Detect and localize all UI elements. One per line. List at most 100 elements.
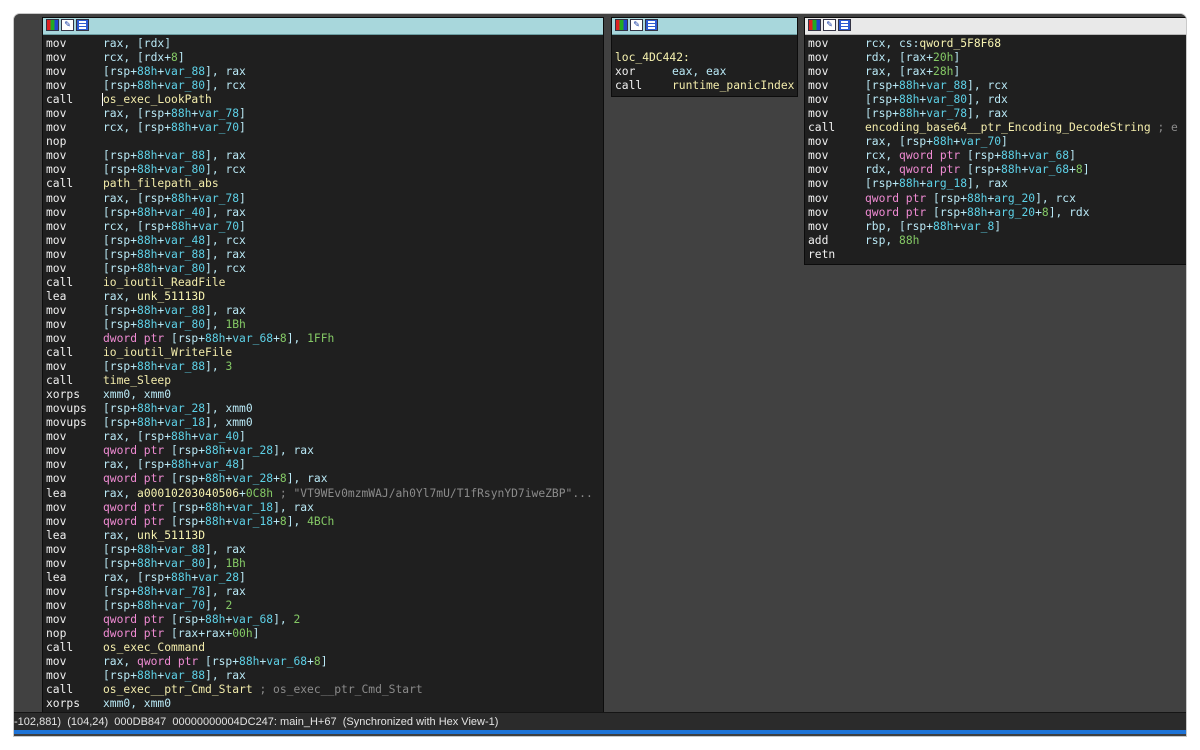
- asm-line[interactable]: mov [rsp+88h+var_78], rax: [46, 585, 603, 599]
- asm-line[interactable]: mov rdx, qword ptr [rsp+88h+var_68+8]: [808, 163, 1186, 177]
- asm-line[interactable]: mov [rsp+88h+var_70], 2: [46, 599, 603, 613]
- edit-pencil-icon[interactable]: ✎: [61, 19, 74, 31]
- asm-line[interactable]: mov [rsp+88h+var_78], rax: [808, 107, 1186, 121]
- asm-line[interactable]: mov rdx, [rax+20h]: [808, 51, 1186, 65]
- asm-operand: var_78: [198, 191, 240, 205]
- disassembly-listing[interactable]: loc_4DC442: xor eax, eax call runtime_panicI…: [612, 35, 797, 93]
- asm-line[interactable]: mov [rsp+88h+var_80], rdx: [808, 93, 1186, 107]
- asm-line[interactable]: mov rax, [rsp+88h+var_78]: [46, 107, 603, 121]
- asm-line[interactable]: call io_ioutil_ReadFile: [46, 276, 603, 290]
- asm-line[interactable]: mov [rsp+88h+var_80], 1Bh: [46, 557, 603, 571]
- asm-operand: 88h: [239, 655, 260, 669]
- asm-line[interactable]: mov rcx, [rsp+88h+var_70]: [46, 220, 603, 234]
- asm-line[interactable]: mov dword ptr [rsp+88h+var_68+8], 1FFh: [46, 332, 603, 346]
- asm-operand: ], rcx: [205, 79, 246, 93]
- asm-line[interactable]: lea rax, [rsp+88h+var_28]: [46, 571, 603, 585]
- asm-line[interactable]: call time_Sleep: [46, 374, 603, 388]
- asm-line[interactable]: call os_exec_LookPath: [46, 93, 603, 107]
- asm-line[interactable]: retn: [808, 248, 1186, 262]
- asm-line[interactable]: mov rcx, [rdx+8]: [46, 51, 603, 65]
- asm-line[interactable]: mov [rsp+88h+arg_18], rax: [808, 177, 1186, 191]
- asm-line[interactable]: mov [rsp+88h+var_80], rcx: [46, 163, 603, 177]
- asm-line[interactable]: mov rcx, qword ptr [rsp+88h+var_68]: [808, 149, 1186, 163]
- asm-line[interactable]: xorps xmm0, xmm0: [46, 697, 603, 711]
- color-palette-icon[interactable]: [808, 19, 821, 31]
- asm-line[interactable]: xorps xmm0, xmm0: [46, 388, 603, 402]
- asm-line[interactable]: lea rax, unk_51113D: [46, 529, 603, 543]
- asm-mnemonic: mov: [808, 65, 829, 79]
- asm-line[interactable]: mov qword ptr [rsp+88h+var_28], rax: [46, 444, 603, 458]
- basic-block-panic-index[interactable]: ✎ loc_4DC442: xor eax, eax call runtime_pani…: [611, 17, 798, 97]
- disassembly-listing[interactable]: mov rax, [rdx] mov rcx, [rdx+8] mov [rsp+88h+…: [43, 35, 603, 711]
- disassembly-listing[interactable]: mov rcx, cs:qword_5F8F68 mov rdx, [rax+20h]…: [805, 35, 1186, 262]
- asm-line[interactable]: call path_filepath_abs: [46, 177, 603, 191]
- asm-line[interactable]: mov [rsp+88h+var_88], rax: [46, 304, 603, 318]
- asm-line[interactable]: mov qword ptr [rsp+88h+var_18+8], 4BCh: [46, 515, 603, 529]
- asm-line[interactable]: xor eax, eax: [615, 65, 797, 79]
- asm-line[interactable]: mov rcx, cs:qword_5F8F68: [808, 37, 1186, 51]
- basic-block-decode-string[interactable]: ✎ mov rcx, cs:qword_5F8F68 mov rdx, [rax+20…: [804, 17, 1186, 265]
- asm-line[interactable]: mov [rsp+88h+var_88], rcx: [808, 79, 1186, 93]
- asm-line[interactable]: nop: [46, 135, 603, 149]
- asm-line[interactable]: mov qword ptr [rsp+88h+var_68], 2: [46, 613, 603, 627]
- asm-line[interactable]: mov rcx, [rsp+88h+var_70]: [46, 121, 603, 135]
- graph-overview-icon[interactable]: [838, 19, 851, 31]
- asm-line[interactable]: mov [rsp+88h+var_88], rax: [46, 65, 603, 79]
- asm-line[interactable]: call encoding_base64__ptr_Encoding_Decode…: [808, 121, 1186, 135]
- asm-operand: 88h: [137, 669, 158, 683]
- asm-line[interactable]: mov rax, [rdx]: [46, 37, 603, 51]
- asm-line[interactable]: call os_exec__ptr_Cmd_Start ; os_exec__pt…: [46, 683, 603, 697]
- node-title-bar[interactable]: ✎: [805, 18, 1186, 35]
- asm-line[interactable]: mov qword ptr [rsp+88h+var_28+8], rax: [46, 472, 603, 486]
- asm-line[interactable]: lea rax, unk_51113D: [46, 290, 603, 304]
- node-title-bar[interactable]: ✎: [43, 18, 603, 35]
- asm-line[interactable]: mov qword ptr [rsp+88h+arg_20+8], rdx: [808, 206, 1186, 220]
- asm-line[interactable]: call io_ioutil_WriteFile: [46, 346, 603, 360]
- asm-line[interactable]: mov [rsp+88h+var_48], rcx: [46, 234, 603, 248]
- asm-line[interactable]: mov rax, [rsp+88h+var_40]: [46, 430, 603, 444]
- asm-line[interactable]: mov [rsp+88h+var_80], rcx: [46, 262, 603, 276]
- asm-line[interactable]: add rsp, 88h: [808, 234, 1186, 248]
- node-title-bar[interactable]: ✎: [612, 18, 797, 35]
- edit-pencil-icon[interactable]: ✎: [630, 19, 643, 31]
- basic-block-main[interactable]: ✎ mov rax, [rdx] mov rcx, [rdx+8] mov [rsp+88…: [42, 17, 604, 717]
- asm-line[interactable]: mov rbp, [rsp+88h+var_8]: [808, 220, 1186, 234]
- asm-line[interactable]: movups [rsp+88h+var_28], xmm0: [46, 402, 603, 416]
- asm-line[interactable]: mov [rsp+88h+var_80], 1Bh: [46, 318, 603, 332]
- asm-line[interactable]: mov rax, [rax+28h]: [808, 65, 1186, 79]
- asm-line[interactable]: mov rax, [rsp+88h+var_48]: [46, 458, 603, 472]
- asm-mnemonic: lea: [46, 486, 67, 500]
- asm-line[interactable]: mov [rsp+88h+var_88], rax: [46, 669, 603, 683]
- asm-operand: 88h: [171, 121, 192, 135]
- asm-operand: 88h: [171, 191, 192, 205]
- asm-line[interactable]: mov rax, [rsp+88h+var_78]: [46, 192, 603, 206]
- asm-line[interactable]: mov [rsp+88h+var_80], rcx: [46, 79, 603, 93]
- asm-line[interactable]: mov [rsp+88h+var_88], rax: [46, 543, 603, 557]
- asm-line[interactable]: mov [rsp+88h+var_40], rax: [46, 206, 603, 220]
- asm-line[interactable]: mov [rsp+88h+var_88], 3: [46, 360, 603, 374]
- asm-line[interactable]: mov qword ptr [rsp+88h+var_18], rax: [46, 501, 603, 515]
- asm-line[interactable]: call runtime_panicIndex: [615, 79, 797, 93]
- asm-line[interactable]: [615, 37, 797, 51]
- asm-line[interactable]: nop dword ptr [rax+rax+00h]: [46, 627, 603, 641]
- color-palette-icon[interactable]: [46, 19, 59, 31]
- asm-operand: 88h: [967, 205, 988, 219]
- asm-mnemonic: mov: [46, 205, 67, 219]
- asm-operand: [rsp+: [967, 149, 1002, 163]
- asm-mnemonic: mov: [46, 233, 67, 247]
- graph-overview-icon[interactable]: [645, 19, 658, 31]
- asm-line[interactable]: mov rax, [rsp+88h+var_70]: [808, 135, 1186, 149]
- asm-line[interactable]: call os_exec_Command: [46, 641, 603, 655]
- asm-line[interactable]: mov [rsp+88h+var_88], rax: [46, 248, 603, 262]
- asm-line[interactable]: mov qword ptr [rsp+88h+arg_20], rcx: [808, 192, 1186, 206]
- asm-line[interactable]: lea rax, a00010203040506+0C8h ; "VT9WEv0m…: [46, 487, 603, 501]
- graph-overview-icon[interactable]: [76, 19, 89, 31]
- asm-mnemonic: call: [46, 177, 74, 191]
- color-palette-icon[interactable]: [615, 19, 628, 31]
- asm-line[interactable]: mov [rsp+88h+var_88], rax: [46, 149, 603, 163]
- asm-line[interactable]: loc_4DC442:: [615, 51, 797, 65]
- asm-line[interactable]: mov rax, qword ptr [rsp+88h+var_68+8]: [46, 655, 603, 669]
- asm-line[interactable]: movups [rsp+88h+var_18], xmm0: [46, 416, 603, 430]
- edit-pencil-icon[interactable]: ✎: [823, 19, 836, 31]
- graph-canvas[interactable]: ✎ mov rax, [rdx] mov rcx, [rdx+8] mov [rsp+88…: [14, 14, 1186, 717]
